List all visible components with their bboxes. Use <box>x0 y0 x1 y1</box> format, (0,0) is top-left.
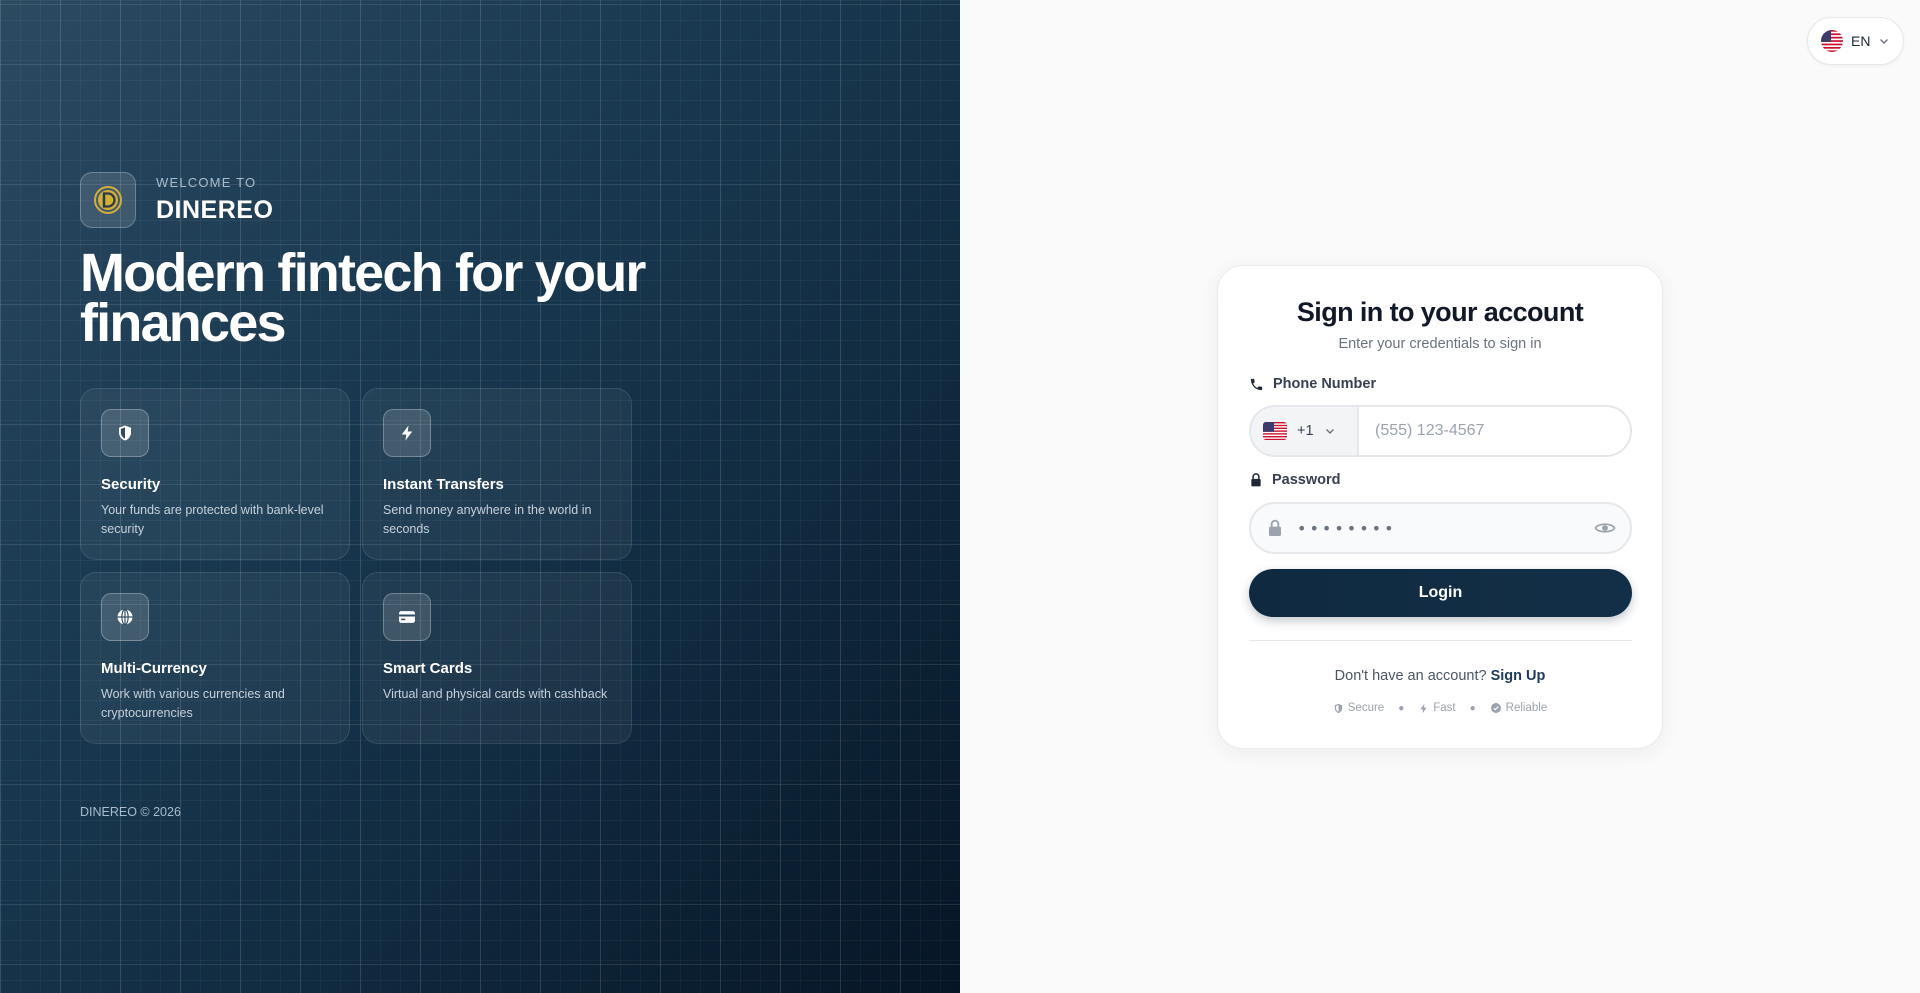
feature-card-security: Security Your funds are protected with b… <box>80 388 350 560</box>
feature-title: Security <box>101 476 161 493</box>
feature-title: Multi-Currency <box>101 660 207 677</box>
feature-description: Send money anywhere in the world in seco… <box>383 503 592 536</box>
trust-fast: Fast <box>1418 702 1456 714</box>
copyright-text: DINEREO © 2026 <box>80 805 181 819</box>
password-input[interactable] <box>1297 518 1594 538</box>
feature-title: Instant Transfers <box>383 476 504 493</box>
signup-prompt: Don't have an account? Sign Up <box>1218 668 1662 684</box>
us-flag-icon <box>1263 422 1287 440</box>
feature-description: Virtual and physical cards with cashback <box>383 687 608 701</box>
brand-name: DINEREO <box>156 196 274 224</box>
country-code-select[interactable]: +1 <box>1249 405 1357 457</box>
password-label: Password <box>1249 472 1341 488</box>
brand-header: WELCOME TO DINEREO <box>80 172 273 228</box>
password-field[interactable] <box>1249 502 1632 554</box>
password-label-text: Password <box>1272 472 1341 488</box>
trust-badges: Secure ● Fast ● Reliable <box>1218 702 1662 714</box>
hero-panel: WELCOME TO DINEREO Modern fintech for yo… <box>0 0 960 993</box>
phone-label: Phone Number <box>1249 376 1376 392</box>
feature-card-instant-transfers: Instant Transfers Send money anywhere in… <box>362 388 632 560</box>
check-circle-icon <box>1490 703 1501 713</box>
hero-headline: Modern fintech for your finances <box>80 243 646 353</box>
phone-label-text: Phone Number <box>1273 376 1377 392</box>
language-code: EN <box>1851 33 1871 49</box>
language-selector[interactable]: EN <box>1807 17 1904 65</box>
feature-description: Your funds are protected with bank-level… <box>101 503 324 536</box>
separator-dot: ● <box>1398 702 1405 714</box>
lightning-icon <box>1420 703 1427 713</box>
eye-icon <box>1594 523 1616 533</box>
phone-icon <box>1250 378 1263 390</box>
feature-grid: Security Your funds are protected with b… <box>80 388 632 744</box>
lightning-icon <box>383 409 431 457</box>
divider <box>1249 640 1632 641</box>
card-icon <box>383 593 431 641</box>
feature-description: Work with various currencies and cryptoc… <box>101 687 285 720</box>
login-subtitle: Enter your credentials to sign in <box>1338 336 1542 352</box>
welcome-text: WELCOME TO <box>156 175 257 190</box>
login-button[interactable]: Login <box>1249 569 1632 617</box>
signup-link[interactable]: Sign Up <box>1491 668 1546 684</box>
chevron-down-icon <box>1325 429 1334 434</box>
shield-icon <box>1334 703 1342 713</box>
show-password-toggle[interactable] <box>1594 520 1616 536</box>
coin-logo-icon <box>94 186 122 214</box>
no-account-text: Don't have an account? <box>1334 668 1487 684</box>
us-flag-icon <box>1821 30 1843 52</box>
chevron-down-icon <box>1880 39 1889 44</box>
feature-title: Smart Cards <box>383 660 473 677</box>
lock-icon <box>1269 519 1281 536</box>
phone-input[interactable] <box>1357 405 1632 457</box>
country-dial-code: +1 <box>1297 423 1314 439</box>
shield-icon <box>101 409 149 457</box>
lock-icon <box>1251 473 1261 487</box>
feature-card-multi-currency: Multi-Currency Work with various currenc… <box>80 572 350 744</box>
login-card: Sign in to your account Enter your crede… <box>1217 265 1663 749</box>
globe-icon <box>101 593 149 641</box>
feature-card-smart-cards: Smart Cards Virtual and physical cards w… <box>362 572 632 744</box>
trust-secure: Secure <box>1333 702 1384 714</box>
dinereo-logo <box>80 172 136 228</box>
phone-field-group: +1 <box>1249 405 1632 457</box>
login-title: Sign in to your account <box>1296 297 1584 327</box>
separator-dot: ● <box>1469 702 1476 714</box>
trust-reliable: Reliable <box>1490 702 1547 714</box>
